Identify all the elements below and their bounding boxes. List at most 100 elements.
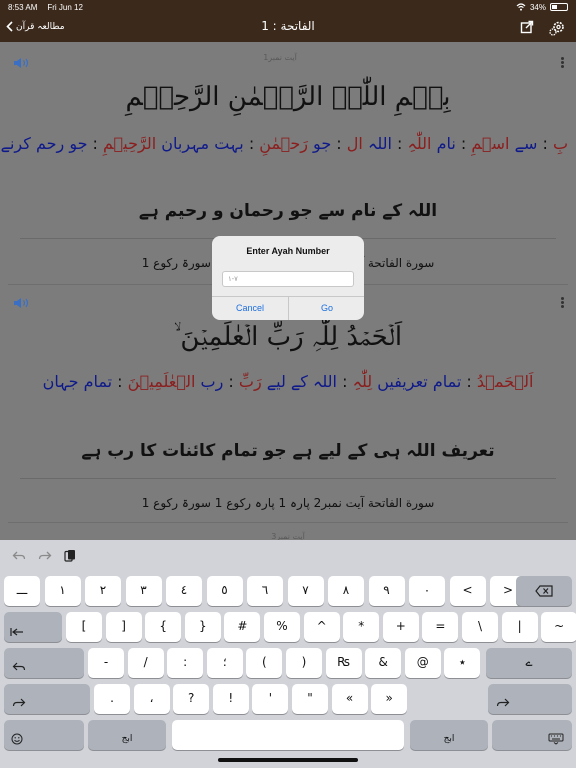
key[interactable]: & [365,648,402,678]
key[interactable]: = [422,612,459,642]
key[interactable]: » [371,684,408,714]
battery-icon [550,3,568,11]
status-bar: 8:53 AM Fri Jun 12 34% [0,0,576,14]
key-label: = [435,619,446,633]
undo-icon[interactable] [12,550,26,562]
key-label: - [103,655,109,669]
key[interactable]: ٣ [125,576,162,606]
key[interactable]: ^ [303,612,340,642]
speaker-icon[interactable] [12,296,32,310]
key[interactable]: % [264,612,300,642]
word-separator: : [391,134,408,153]
key[interactable]: * [343,612,380,642]
key[interactable]: - [88,648,124,678]
key[interactable]: ٠ [409,576,445,606]
go-button[interactable]: Go [289,297,364,320]
tab-icon [10,628,23,636]
share-icon[interactable] [520,20,534,34]
key[interactable]: @ [404,648,441,678]
word-arabic: الۡعٰلَمِیۡنَ [127,372,196,391]
key[interactable]: " [292,684,328,714]
key[interactable]: ( [246,648,283,678]
key[interactable]: ٭ [444,648,481,678]
key[interactable]: < [449,576,486,606]
key-label: / [143,655,148,669]
redo-icon[interactable] [38,550,52,562]
key[interactable]: | [501,612,538,642]
hide-keyboard-key[interactable] [492,720,572,750]
key[interactable]: ) [286,648,322,678]
key[interactable]: + [382,612,419,642]
key[interactable]: ١ [44,576,81,606]
key[interactable]: . [94,684,130,714]
tab-key[interactable] [4,612,62,642]
key-label: [ [81,619,87,633]
key-label: ٦ [261,583,269,597]
key-label: \ [477,619,483,633]
ayah-number-input[interactable]: ۱-۷ [222,271,354,287]
key[interactable]: ٥ [206,576,243,606]
key[interactable]: ₨ [325,648,362,678]
speaker-icon[interactable] [12,56,32,70]
key-label: * [358,619,365,633]
abc-switch-key[interactable]: ابج [88,720,166,750]
key-label: ٤ [180,583,188,597]
abc-switch-label: ابج [121,734,133,744]
key-label: ٧ [302,583,309,597]
key-label: ] [121,619,126,633]
return-key[interactable]: ے [486,648,572,678]
keyboard-hide-icon [548,733,564,745]
settings-gear-icon[interactable] [548,19,566,37]
nav-bar: مطالعہ قرآن الفاتحة : 1 [0,14,576,42]
more-options-icon[interactable] [560,56,564,70]
cancel-button[interactable]: Cancel [212,297,288,320]
key[interactable]: ] [105,612,142,642]
paste-icon[interactable] [64,549,76,563]
word-arabic: ال [346,134,363,153]
key-label: ٣ [140,583,147,597]
key[interactable]: ، [133,684,170,714]
status-right: 34% [516,3,568,12]
key[interactable]: ٤ [166,576,202,606]
key[interactable]: ٨ [328,576,364,606]
key-label: ^ [316,619,327,633]
more-options-icon[interactable] [560,296,564,310]
key[interactable]: } [184,612,221,642]
key-label: ٨ [342,583,350,597]
key[interactable]: ٦ [247,576,283,606]
key[interactable]: # [224,612,261,642]
key[interactable]: « [331,684,368,714]
undo-key[interactable] [4,648,84,678]
key-label: % [276,619,288,633]
key-label: " [307,691,313,705]
key-label: } [198,619,207,633]
key[interactable]: ؛ [206,648,243,678]
key[interactable]: [ [66,612,102,642]
key[interactable]: ٢ [85,576,121,606]
wifi-icon [516,3,526,11]
key[interactable]: ! [212,684,249,714]
abc-switch-key[interactable]: ابج [410,720,488,750]
key[interactable]: ? [173,684,210,714]
delete-key[interactable] [516,576,572,606]
key[interactable]: \ [462,612,498,642]
enter-ayah-dialog: Enter Ayah Number ۱-۷ Cancel Go [212,236,364,320]
key-label: ٥ [221,583,228,597]
key[interactable]: { [145,612,182,642]
key[interactable]: / [127,648,164,678]
key-label: ) [301,655,307,669]
key[interactable]: : [167,648,204,678]
emoji-key[interactable] [4,720,84,750]
key[interactable]: ~ [541,612,576,642]
undo-icon [12,662,26,671]
space-key[interactable] [172,720,404,750]
key-label: { [159,619,167,633]
key[interactable]: ' [252,684,289,714]
redo-key[interactable] [488,684,572,714]
key[interactable]: ـــ [4,576,40,606]
word-meaning: تمام جہان [42,372,113,391]
redo-key[interactable] [4,684,90,714]
key[interactable]: ٧ [287,576,324,606]
key[interactable]: ٩ [368,576,405,606]
dialog-title: Enter Ayah Number [246,246,330,256]
